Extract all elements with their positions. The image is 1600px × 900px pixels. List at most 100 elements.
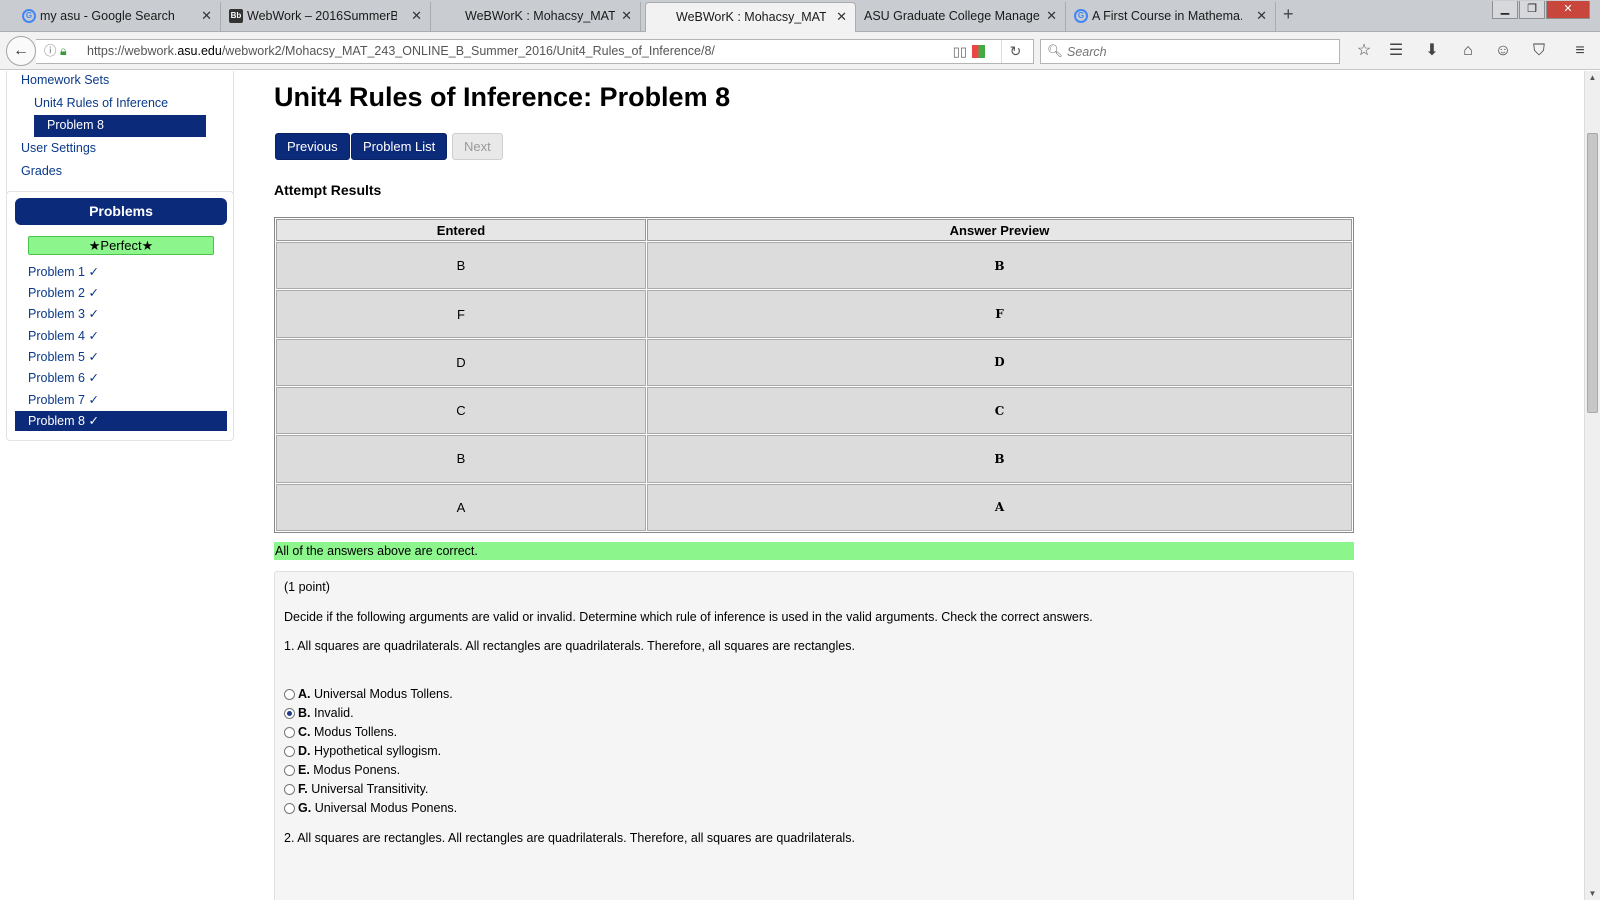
close-tab-icon[interactable]: ✕ bbox=[621, 2, 632, 30]
entered-cell: B bbox=[276, 242, 646, 290]
new-tab-icon[interactable]: + bbox=[1283, 4, 1294, 25]
entered-cell: F bbox=[276, 290, 646, 338]
chat-icon[interactable]: ☺ bbox=[1492, 41, 1514, 61]
user-settings-link[interactable]: User Settings bbox=[21, 141, 96, 155]
unit-link[interactable]: Unit4 Rules of Inference bbox=[34, 96, 168, 110]
browser-tab-5[interactable]: ASU Graduate College Manage ... ✕ bbox=[860, 2, 1066, 32]
problem-link-2[interactable]: Problem 2 ✓ bbox=[15, 283, 227, 303]
close-tab-icon[interactable]: ✕ bbox=[1046, 2, 1057, 30]
back-arrow-icon[interactable]: ← bbox=[6, 36, 36, 66]
q1-choice-c[interactable]: C. Modus Tollens. bbox=[284, 723, 397, 742]
restore-icon[interactable]: ❐ bbox=[1519, 1, 1545, 19]
previous-button[interactable]: Previous bbox=[275, 133, 350, 160]
entered-cell: A bbox=[276, 483, 646, 531]
browser-tab-6[interactable]: G A First Course in Mathema... ✕ bbox=[1070, 2, 1276, 32]
tab-label: A First Course in Mathema... bbox=[1092, 9, 1242, 23]
menu-icon[interactable]: ≡ bbox=[1569, 41, 1591, 61]
problem-link-3[interactable]: Problem 3 ✓ bbox=[15, 304, 227, 324]
minimize-icon[interactable]: ▁ bbox=[1492, 1, 1518, 19]
question-1-text: 1. All squares are quadrilaterals. All r… bbox=[284, 639, 855, 653]
info-icon[interactable]: ⓘ bbox=[44, 40, 57, 63]
site-extension-icon[interactable] bbox=[972, 45, 985, 58]
browser-tab-3[interactable]: WeBWorK : Mohacsy_MAT... ✕ bbox=[435, 2, 641, 32]
search-icon: 🔍︎ bbox=[1047, 44, 1063, 58]
q1-choice-f[interactable]: F. Universal Transitivity. bbox=[284, 780, 428, 799]
grades-link[interactable]: Grades bbox=[21, 164, 62, 178]
browser-tab-2[interactable]: Bb WebWork – 2016SummerB... ✕ bbox=[225, 2, 431, 32]
close-tab-icon[interactable]: ✕ bbox=[836, 3, 847, 31]
problem-instructions: Decide if the following arguments are va… bbox=[284, 610, 1093, 624]
radio-button-selected[interactable] bbox=[284, 708, 295, 719]
radio-button[interactable] bbox=[284, 727, 295, 738]
problem-link-1[interactable]: Problem 1 ✓ bbox=[15, 262, 227, 282]
q1-choice-a[interactable]: A. Universal Modus Tollens. bbox=[284, 685, 453, 704]
problem-link-6[interactable]: Problem 6 ✓ bbox=[15, 368, 227, 388]
search-box[interactable]: 🔍︎ bbox=[1040, 39, 1340, 64]
q1-choice-d[interactable]: D. Hypothetical syllogism. bbox=[284, 742, 441, 761]
tab-label: ASU Graduate College Manage ... bbox=[864, 9, 1044, 23]
radio-button[interactable] bbox=[284, 689, 295, 700]
browser-tab-4-active[interactable]: WeBWorK : Mohacsy_MAT... ✕ bbox=[645, 2, 856, 32]
reload-icon[interactable]: ↻ bbox=[1001, 40, 1029, 63]
browser-tab-strip: G my asu - Google Search ✕ Bb WebWork – … bbox=[0, 0, 1600, 32]
problem-list-button[interactable]: Problem List bbox=[351, 133, 448, 160]
bookmarks-list-icon[interactable]: ☰ bbox=[1385, 41, 1407, 61]
question-2-text: 2. All squares are rectangles. All recta… bbox=[284, 831, 855, 845]
choice-letter: G. bbox=[298, 801, 312, 815]
table-row: C C bbox=[276, 387, 1352, 435]
home-icon[interactable]: ⌂ bbox=[1457, 41, 1479, 61]
problem-link-5[interactable]: Problem 5 ✓ bbox=[15, 347, 227, 367]
entered-cell: B bbox=[276, 435, 646, 483]
url-text[interactable]: https://webwork.asu.edu/webwork2/Mohacsy… bbox=[87, 40, 715, 63]
google-icon: G bbox=[22, 9, 36, 23]
tab-label: WebWork – 2016SummerB... bbox=[247, 9, 397, 23]
choice-text: Universal Transitivity. bbox=[311, 782, 429, 796]
preview-cell: A bbox=[647, 483, 1352, 531]
search-input[interactable] bbox=[1065, 41, 1335, 62]
window-controls: ▁ ❐ ✕ bbox=[1491, 0, 1590, 20]
choice-letter: E. bbox=[298, 763, 310, 777]
preview-cell: F bbox=[647, 290, 1352, 338]
radio-button[interactable] bbox=[284, 765, 295, 776]
preview-cell: C bbox=[647, 387, 1352, 435]
current-problem-link[interactable]: Problem 8 bbox=[34, 115, 206, 137]
q1-choice-g[interactable]: G. Universal Modus Ponens. bbox=[284, 799, 457, 818]
scroll-down-icon[interactable]: ▼ bbox=[1585, 889, 1600, 898]
entered-column-header: Entered bbox=[276, 219, 646, 242]
choice-text: Hypothetical syllogism. bbox=[313, 744, 442, 758]
reader-view-icon[interactable]: ▯▯ bbox=[953, 40, 967, 63]
bookmark-star-icon[interactable]: ☆ bbox=[1353, 41, 1375, 61]
close-tab-icon[interactable]: ✕ bbox=[1256, 2, 1267, 30]
browser-tab-1[interactable]: G my asu - Google Search ✕ bbox=[18, 2, 221, 32]
choice-letter: F. bbox=[298, 782, 308, 796]
q1-choice-e[interactable]: E. Modus Ponens. bbox=[284, 761, 400, 780]
problems-panel: Problems ★Perfect★ Problem 1 ✓ Problem 2… bbox=[6, 191, 234, 441]
homework-sets-link[interactable]: Homework Sets bbox=[21, 73, 109, 87]
scrollbar-thumb[interactable] bbox=[1587, 133, 1598, 413]
table-row: A A bbox=[276, 483, 1352, 531]
q1-choice-b[interactable]: B. Invalid. bbox=[284, 704, 354, 723]
pocket-icon[interactable]: ⛉ bbox=[1528, 41, 1550, 61]
preview-cell: B bbox=[647, 435, 1352, 483]
close-tab-icon[interactable]: ✕ bbox=[201, 2, 212, 30]
radio-button[interactable] bbox=[284, 784, 295, 795]
entered-cell: C bbox=[276, 387, 646, 435]
close-window-icon[interactable]: ✕ bbox=[1546, 1, 1590, 19]
page-scrollbar[interactable]: ▲ ▼ bbox=[1584, 71, 1600, 900]
choice-letter: D. bbox=[298, 744, 311, 758]
download-icon[interactable]: ⬇ bbox=[1421, 41, 1443, 61]
close-tab-icon[interactable]: ✕ bbox=[411, 2, 422, 30]
entered-cell: D bbox=[276, 338, 646, 387]
table-row: B B bbox=[276, 242, 1352, 290]
problem-link-7[interactable]: Problem 7 ✓ bbox=[15, 390, 227, 410]
problem-link-4[interactable]: Problem 4 ✓ bbox=[15, 326, 227, 346]
browser-toolbar: ← ⓘ 🔒︎ https://webwork.asu.edu/webwork2/… bbox=[0, 32, 1600, 70]
answer-preview-column-header: Answer Preview bbox=[647, 219, 1352, 242]
scroll-up-icon[interactable]: ▲ bbox=[1585, 73, 1600, 82]
table-row: B B bbox=[276, 435, 1352, 483]
problem-link-8[interactable]: Problem 8 ✓ bbox=[15, 411, 227, 431]
address-bar[interactable]: ⓘ 🔒︎ https://webwork.asu.edu/webwork2/Mo… bbox=[36, 39, 1034, 64]
radio-button[interactable] bbox=[284, 803, 295, 814]
radio-button[interactable] bbox=[284, 746, 295, 757]
tab-label: my asu - Google Search bbox=[40, 9, 175, 23]
